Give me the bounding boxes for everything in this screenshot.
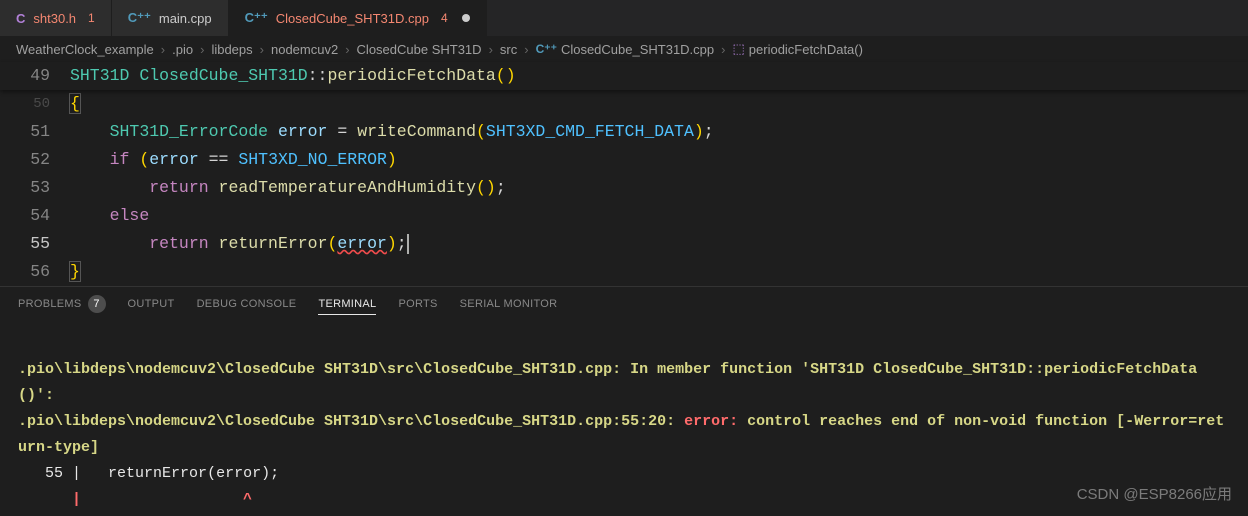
- terminal-separator: |: [63, 465, 108, 482]
- code-content: if (error == SHT3XD_NO_ERROR): [70, 146, 397, 174]
- line-number: 54: [0, 202, 70, 230]
- breadcrumb-item[interactable]: src: [500, 42, 517, 57]
- code-line[interactable]: 53 return readTemperatureAndHumidity();: [0, 174, 1248, 202]
- breadcrumb-item[interactable]: ClosedCube SHT31D: [357, 42, 482, 57]
- cpp-file-icon: C⁺⁺: [245, 10, 268, 26]
- chevron-right-icon: ›: [489, 42, 493, 57]
- breadcrumb[interactable]: WeatherClock_example › .pio › libdeps › …: [0, 36, 1248, 62]
- terminal-line-number: 55: [18, 465, 63, 482]
- tab-main-cpp[interactable]: C⁺⁺ main.cpp: [112, 0, 229, 36]
- line-number: 56: [0, 258, 70, 286]
- panel-tab-serial-monitor[interactable]: SERIAL MONITOR: [460, 298, 558, 310]
- panel-tabs: PROBLEMS 7 OUTPUT DEBUG CONSOLE TERMINAL…: [0, 286, 1248, 321]
- code-content: SHT31D_ErrorCode error = writeCommand(SH…: [70, 118, 714, 146]
- sticky-scroll-line[interactable]: 49 SHT31D ClosedCube_SHT31D::periodicFet…: [0, 62, 1248, 90]
- code-content: {: [70, 90, 80, 118]
- panel-tab-terminal[interactable]: TERMINAL: [318, 298, 376, 315]
- dirty-indicator-icon: [462, 14, 470, 22]
- line-number: 51: [0, 118, 70, 146]
- terminal-code-snippet: returnError(error);: [108, 465, 279, 482]
- code-content: return readTemperatureAndHumidity();: [70, 174, 506, 202]
- chevron-right-icon: ›: [260, 42, 264, 57]
- breadcrumb-item[interactable]: .pio: [172, 42, 193, 57]
- terminal-path: .pio\libdeps\nodemcuv2\ClosedCube SHT31D…: [18, 413, 684, 430]
- tab-sht30-h[interactable]: C sht30.h 1: [0, 0, 112, 36]
- code-content: return returnError(error);: [70, 230, 409, 258]
- terminal-error-label: error:: [684, 413, 747, 430]
- chevron-right-icon: ›: [200, 42, 204, 57]
- code-line[interactable]: 50 {: [0, 90, 1248, 118]
- line-number: 49: [0, 62, 70, 90]
- line-number: 50: [0, 90, 70, 118]
- c-file-icon: C: [16, 11, 25, 26]
- code-line[interactable]: 56 }: [0, 258, 1248, 286]
- terminal-path: .pio\libdeps\nodemcuv2\ClosedCube SHT31D…: [18, 361, 621, 378]
- chevron-right-icon: ›: [345, 42, 349, 57]
- breadcrumb-file[interactable]: C⁺⁺ ClosedCube_SHT31D.cpp: [536, 42, 715, 57]
- tab-problem-badge: 1: [88, 11, 95, 25]
- code-line[interactable]: 54 else: [0, 202, 1248, 230]
- breadcrumb-file-label: ClosedCube_SHT31D.cpp: [561, 42, 714, 57]
- chevron-right-icon: ›: [524, 42, 528, 57]
- line-number: 55: [0, 230, 70, 258]
- code-line[interactable]: 55 return returnError(error);: [0, 230, 1248, 258]
- tab-problem-badge: 4: [441, 11, 448, 25]
- code-content: }: [70, 258, 80, 286]
- cpp-file-icon: C⁺⁺: [536, 42, 557, 56]
- panel-tab-ports[interactable]: PORTS: [398, 298, 437, 310]
- breadcrumb-item[interactable]: nodemcuv2: [271, 42, 338, 57]
- code-editor[interactable]: 49 SHT31D ClosedCube_SHT31D::periodicFet…: [0, 62, 1248, 286]
- tab-label: main.cpp: [159, 11, 212, 26]
- chevron-right-icon: ›: [161, 42, 165, 57]
- code-line[interactable]: 52 if (error == SHT3XD_NO_ERROR): [0, 146, 1248, 174]
- watermark: CSDN @ESP8266应用: [1077, 483, 1232, 504]
- terminal-output[interactable]: .pio\libdeps\nodemcuv2\ClosedCube SHT31D…: [0, 321, 1248, 513]
- breadcrumb-symbol-label: periodicFetchData(): [749, 42, 863, 57]
- tab-label: sht30.h: [33, 11, 76, 26]
- line-number: 52: [0, 146, 70, 174]
- chevron-right-icon: ›: [721, 42, 725, 57]
- cpp-file-icon: C⁺⁺: [128, 10, 151, 26]
- text-cursor: [407, 234, 409, 254]
- breadcrumb-symbol[interactable]: ⬚ periodicFetchData(): [732, 41, 862, 57]
- panel-tab-problems[interactable]: PROBLEMS 7: [18, 295, 106, 313]
- code-content: SHT31D ClosedCube_SHT31D::periodicFetchD…: [70, 62, 516, 90]
- tab-label: ClosedCube_SHT31D.cpp: [276, 11, 429, 26]
- problems-count-badge: 7: [88, 295, 106, 313]
- terminal-error-caret: | ^: [18, 491, 252, 508]
- panel-tab-label: PROBLEMS: [18, 298, 82, 310]
- line-number: 53: [0, 174, 70, 202]
- code-line[interactable]: 51 SHT31D_ErrorCode error = writeCommand…: [0, 118, 1248, 146]
- method-icon: ⬚: [732, 41, 744, 57]
- breadcrumb-item[interactable]: WeatherClock_example: [16, 42, 154, 57]
- tab-closedcube-cpp[interactable]: C⁺⁺ ClosedCube_SHT31D.cpp 4: [229, 0, 487, 36]
- breadcrumb-item[interactable]: libdeps: [211, 42, 252, 57]
- panel-tab-output[interactable]: OUTPUT: [128, 298, 175, 310]
- editor-tabs: C sht30.h 1 C⁺⁺ main.cpp C⁺⁺ ClosedCube_…: [0, 0, 1248, 36]
- panel-tab-debug-console[interactable]: DEBUG CONSOLE: [197, 298, 297, 310]
- code-content: else: [70, 202, 149, 230]
